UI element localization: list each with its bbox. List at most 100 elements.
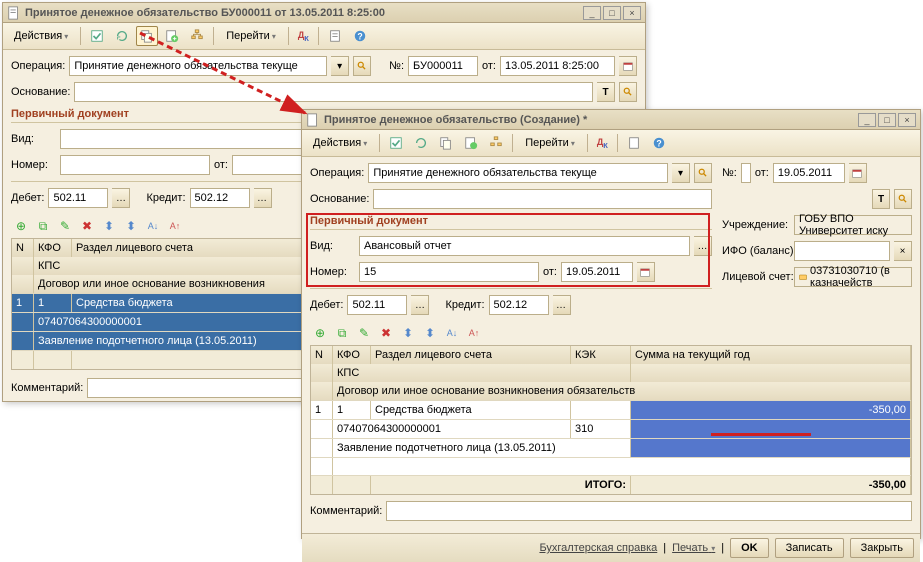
th-n[interactable]: N (12, 239, 34, 257)
minimize-button[interactable]: _ (858, 113, 876, 127)
lic-field[interactable]: 03731030710 (в казначейств (794, 267, 912, 287)
basis-t-button[interactable]: T (872, 189, 890, 209)
operation-dropdown-button[interactable]: ▾ (672, 163, 690, 183)
sort-desc-icon[interactable]: A↑ (165, 216, 185, 236)
refresh-icon[interactable] (410, 133, 432, 153)
actions-menu[interactable]: Действия▾ (306, 134, 374, 152)
operation-search-button[interactable] (353, 56, 371, 76)
move-down-icon[interactable]: ⬍ (420, 323, 440, 343)
post-icon[interactable] (385, 133, 407, 153)
nomer-field[interactable] (60, 155, 210, 175)
help-icon[interactable]: ? (349, 26, 371, 46)
add-copy-row-icon[interactable]: ⧉ (332, 323, 352, 343)
empty-row (311, 457, 911, 475)
add-row-icon[interactable]: ⊕ (11, 216, 31, 236)
sort-asc-icon[interactable]: A↓ (442, 323, 462, 343)
sort-asc-icon[interactable]: A↓ (143, 216, 163, 236)
close-button[interactable]: Закрыть (850, 538, 914, 558)
table-row[interactable]: 1 1 Средства бюджета -350,00 (311, 400, 911, 419)
new-based-icon[interactable] (161, 26, 183, 46)
debit-label: Дебет: (11, 192, 44, 204)
th-kps[interactable]: КПС (333, 364, 631, 382)
close-button[interactable]: × (623, 6, 641, 20)
copy-basis-icon[interactable] (136, 26, 158, 46)
dk-icon[interactable]: ДК (593, 134, 612, 153)
goto-menu[interactable]: Перейти▾ (219, 27, 283, 45)
nomer-label: Номер: (11, 159, 56, 171)
operation-search-button[interactable] (694, 163, 712, 183)
credit-ellipsis-button[interactable]: … (553, 295, 571, 315)
operation-field[interactable]: Принятие денежного обязательства текуще (69, 56, 327, 76)
debit-field[interactable]: 502.11 (48, 188, 108, 208)
credit-field[interactable]: 502.12 (489, 295, 549, 315)
operation-dropdown-button[interactable]: ▾ (331, 56, 349, 76)
ifo-field[interactable] (794, 241, 890, 261)
basis-search-button[interactable] (894, 189, 912, 209)
new-based-icon[interactable] (460, 133, 482, 153)
add-copy-row-icon[interactable]: ⧉ (33, 216, 53, 236)
th-kfo[interactable]: КФО (333, 346, 371, 364)
move-down-icon[interactable]: ⬍ (121, 216, 141, 236)
basis-search-button[interactable] (619, 82, 637, 102)
calendar-button[interactable] (619, 56, 637, 76)
table-row[interactable]: Заявление подотчетного лица (13.05.2011) (311, 438, 911, 457)
table-row[interactable]: 07407064300000001 310 (311, 419, 911, 438)
ok-button[interactable]: OK (730, 538, 769, 558)
date-field[interactable]: 13.05.2011 8:25:00 (500, 56, 615, 76)
accounting-reference-link[interactable]: Бухгалтерская справка (539, 542, 657, 554)
print-menu[interactable]: Печать ▾ (672, 542, 715, 554)
save-button[interactable]: Записать (775, 538, 844, 558)
document-icon (7, 6, 21, 20)
th-n[interactable]: N (311, 346, 333, 364)
th-razdel[interactable]: Раздел лицевого счета (371, 346, 571, 364)
sort-desc-icon[interactable]: A↑ (464, 323, 484, 343)
ot-date-field[interactable] (232, 155, 307, 175)
report-icon[interactable] (324, 26, 346, 46)
operation-field[interactable]: Принятие денежного обязательства текуще (368, 163, 668, 183)
th-dogovor[interactable]: Договор или иное основание возникновения… (333, 382, 911, 400)
number-field[interactable]: БУ000011 (408, 56, 478, 76)
th-sum[interactable]: Сумма на текущий год (631, 346, 911, 364)
structure-icon[interactable] (485, 133, 507, 153)
close-button[interactable]: × (898, 113, 916, 127)
structure-icon[interactable] (186, 26, 208, 46)
vid-label: Вид: (11, 133, 56, 145)
dk-icon[interactable]: ДК (294, 27, 313, 46)
debit-ellipsis-button[interactable]: … (411, 295, 429, 315)
grid-table: N КФО Раздел лицевого счета КЭК Сумма на… (310, 345, 912, 495)
debit-field[interactable]: 502.11 (347, 295, 407, 315)
basis-label: Основание: (11, 86, 70, 98)
maximize-button[interactable]: □ (878, 113, 896, 127)
move-up-icon[interactable]: ⬍ (99, 216, 119, 236)
goto-menu[interactable]: Перейти▾ (518, 134, 582, 152)
credit-field[interactable]: 502.12 (190, 188, 250, 208)
actions-menu[interactable]: Действия▾ (7, 27, 75, 45)
copy-basis-icon[interactable] (435, 133, 457, 153)
edit-row-icon[interactable]: ✎ (354, 323, 374, 343)
th-kfo[interactable]: КФО (34, 239, 72, 257)
debit-ellipsis-button[interactable]: … (112, 188, 130, 208)
refresh-icon[interactable] (111, 26, 133, 46)
basis-field[interactable] (373, 189, 712, 209)
maximize-button[interactable]: □ (603, 6, 621, 20)
help-icon[interactable]: ? (648, 133, 670, 153)
move-up-icon[interactable]: ⬍ (398, 323, 418, 343)
delete-row-icon[interactable]: ✖ (77, 216, 97, 236)
date-field[interactable]: 19.05.2011 (773, 163, 845, 183)
post-icon[interactable] (86, 26, 108, 46)
minimize-button[interactable]: _ (583, 6, 601, 20)
delete-row-icon[interactable]: ✖ (376, 323, 396, 343)
ifo-clear-button[interactable]: × (894, 241, 912, 261)
calendar-button[interactable] (849, 163, 867, 183)
add-row-icon[interactable]: ⊕ (310, 323, 330, 343)
basis-field[interactable] (74, 82, 593, 102)
toolbar: Действия▾ Перейти▾ ДК ? (3, 23, 645, 50)
number-field[interactable] (741, 163, 751, 183)
th-kek[interactable]: КЭК (571, 346, 631, 364)
basis-t-button[interactable]: T (597, 82, 615, 102)
report-icon[interactable] (623, 133, 645, 153)
uchr-field[interactable]: ГОБУ ВПО Университет иску (794, 215, 912, 235)
edit-row-icon[interactable]: ✎ (55, 216, 75, 236)
comment-field[interactable] (386, 501, 912, 521)
credit-ellipsis-button[interactable]: … (254, 188, 272, 208)
